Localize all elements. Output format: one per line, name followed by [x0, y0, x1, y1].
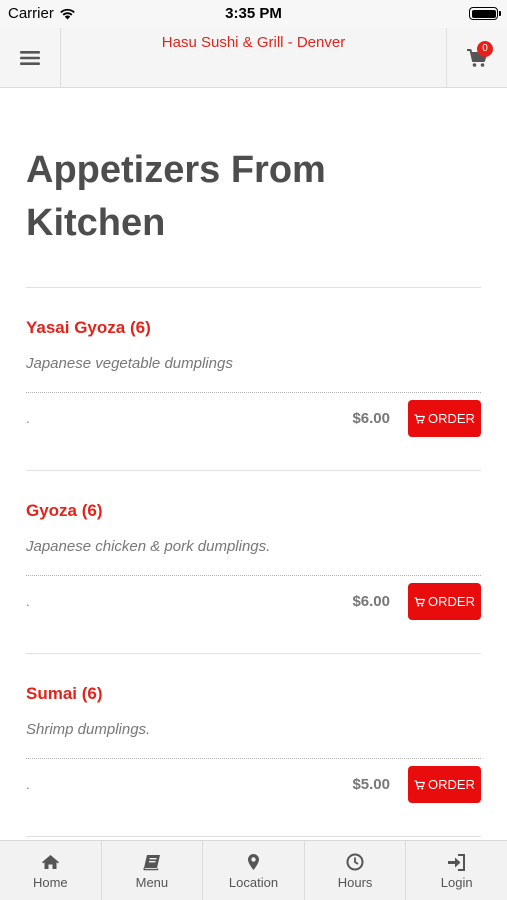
order-label: ORDER — [428, 594, 475, 609]
menu-content: Appetizers From Kitchen Yasai Gyoza (6) … — [0, 89, 507, 840]
tab-menu[interactable]: Menu — [102, 841, 204, 900]
cart-icon — [414, 779, 425, 789]
cart-icon — [414, 596, 425, 606]
top-navbar: Hasu Sushi & Grill - Denver 0 — [0, 28, 507, 88]
dotted-divider — [26, 392, 481, 393]
item-price: $6.00 — [352, 410, 390, 427]
hamburger-menu-button[interactable] — [0, 28, 61, 87]
bottom-tab-bar: Home Menu Location Hours Login — [0, 840, 507, 900]
map-marker-icon — [243, 852, 263, 872]
order-label: ORDER — [428, 411, 475, 426]
item-description: Japanese chicken & pork dumplings. — [26, 538, 271, 555]
status-bar: Carrier 3:35 PM — [0, 0, 507, 28]
order-button[interactable]: ORDER — [408, 400, 481, 437]
order-label: ORDER — [428, 777, 475, 792]
item-note: . — [26, 594, 30, 609]
tab-location[interactable]: Location — [203, 841, 305, 900]
dotted-divider — [26, 758, 481, 759]
clock-icon — [345, 852, 365, 872]
menu-item: Sumai (6) Shrimp dumplings. . $5.00 ORDE… — [26, 654, 481, 837]
section-title: Appetizers From Kitchen — [26, 149, 326, 244]
tab-label: Menu — [135, 875, 169, 890]
book-icon — [142, 852, 162, 872]
item-name[interactable]: Yasai Gyoza (6) — [26, 318, 151, 338]
clock-time: 3:35 PM — [225, 5, 282, 22]
item-note: . — [26, 777, 30, 792]
item-note: . — [26, 411, 30, 426]
menu-item: Yasai Gyoza (6) Japanese vegetable dumpl… — [26, 288, 481, 471]
tab-hours[interactable]: Hours — [305, 841, 407, 900]
tab-label: Home — [32, 875, 68, 890]
tab-home[interactable]: Home — [0, 841, 102, 900]
hamburger-icon — [20, 50, 40, 65]
item-name[interactable]: Sumai (6) — [26, 684, 103, 704]
tab-label: Login — [440, 875, 473, 890]
home-icon — [40, 852, 60, 872]
item-name[interactable]: Gyoza (6) — [26, 501, 103, 521]
item-description: Shrimp dumplings. — [26, 721, 151, 738]
menu-item: Gyoza (6) Japanese chicken & pork dumpli… — [26, 471, 481, 654]
restaurant-title: Hasu Sushi & Grill - Denver — [161, 34, 346, 51]
dotted-divider — [26, 575, 481, 576]
tab-login[interactable]: Login — [406, 841, 507, 900]
divider — [26, 836, 481, 837]
cart-button[interactable]: 0 — [446, 28, 507, 87]
item-description: Japanese vegetable dumplings — [26, 355, 233, 372]
cart-icon — [414, 413, 425, 423]
tab-label: Hours — [337, 875, 373, 890]
order-button[interactable]: ORDER — [408, 766, 481, 803]
item-price: $5.00 — [352, 776, 390, 793]
item-price: $6.00 — [352, 593, 390, 610]
sign-in-icon — [447, 852, 467, 872]
cart-count-badge: 0 — [477, 41, 493, 57]
order-button[interactable]: ORDER — [408, 583, 481, 620]
battery-icon — [469, 7, 501, 20]
tab-label: Location — [228, 875, 279, 890]
